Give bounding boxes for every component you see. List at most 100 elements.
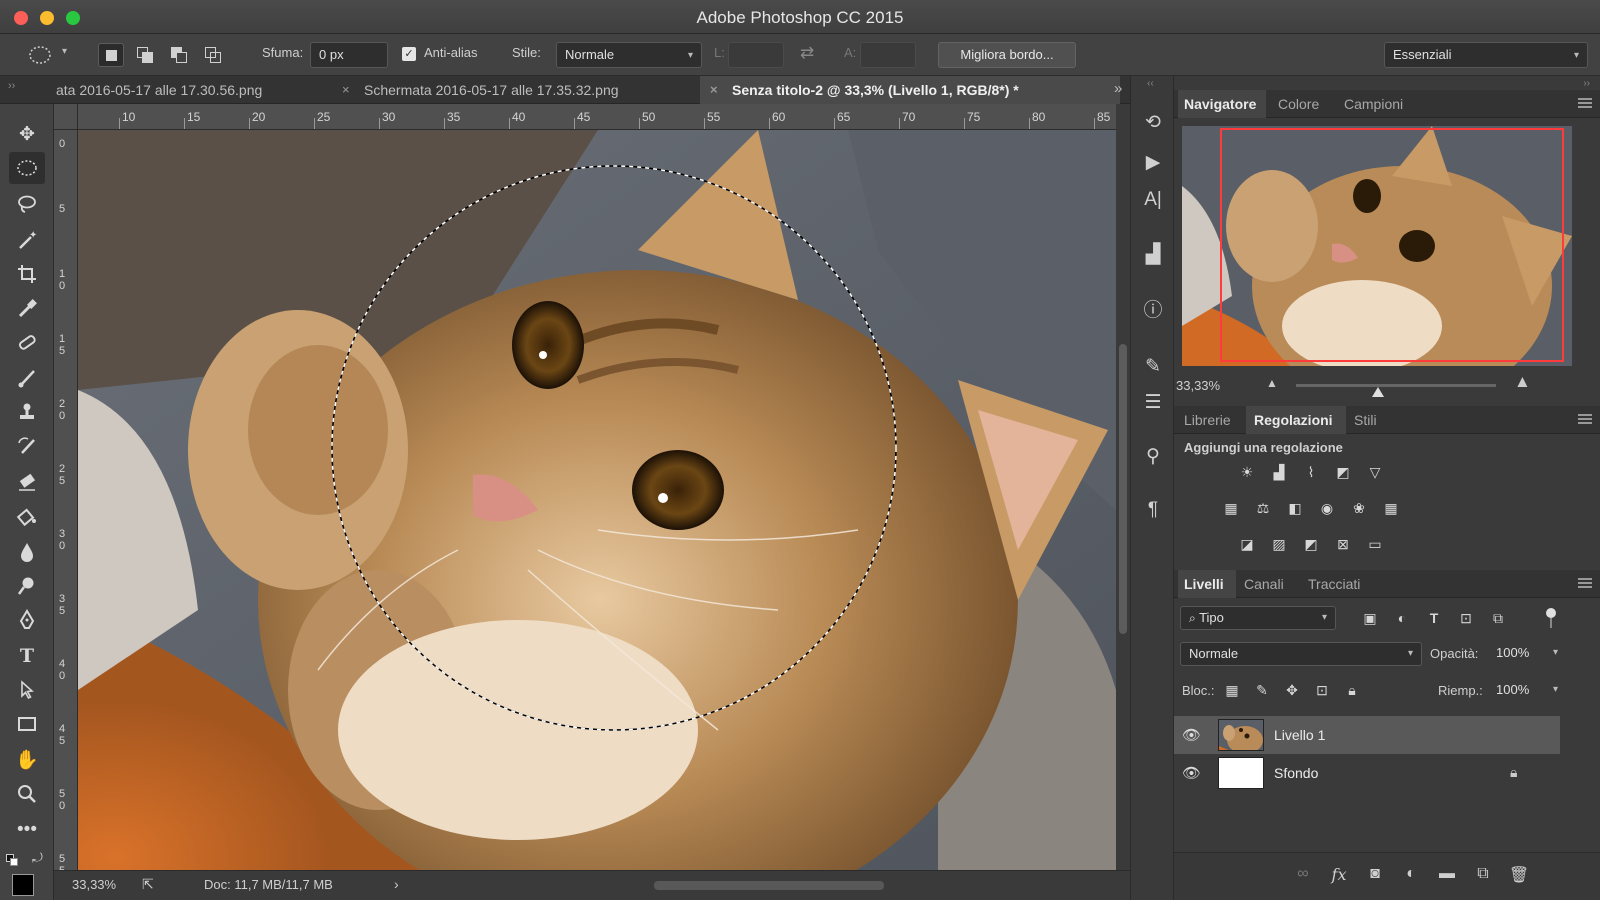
new-layer-icon[interactable]: ⧉ bbox=[1472, 865, 1494, 883]
tab-libraries[interactable]: Librerie bbox=[1184, 412, 1231, 428]
color-balance-icon[interactable]: ⚖ bbox=[1252, 498, 1274, 518]
document-canvas[interactable] bbox=[78, 130, 1116, 870]
delete-layer-icon[interactable]: 🗑︎ bbox=[1508, 865, 1530, 885]
tab-layers[interactable]: Livelli bbox=[1184, 576, 1224, 592]
tab-swatches[interactable]: Campioni bbox=[1344, 96, 1403, 112]
tab-document-3[interactable]: × Senza titolo-2 @ 33,3% (Livello 1, RGB… bbox=[700, 76, 1120, 104]
navigator-view-rectangle[interactable] bbox=[1220, 128, 1564, 362]
filter-adjustment-layers-icon[interactable]: ◐ bbox=[1392, 608, 1412, 628]
elliptical-marquee-tool-icon[interactable] bbox=[9, 152, 45, 184]
zoom-slider-knob[interactable] bbox=[1372, 387, 1384, 397]
zoom-out-icon[interactable]: ▲ bbox=[1266, 376, 1278, 390]
zoom-in-icon[interactable]: ▲ bbox=[1514, 372, 1531, 392]
panel-menu-icon[interactable] bbox=[1578, 414, 1592, 424]
navigator-zoom-value[interactable]: 33,33% bbox=[1176, 378, 1220, 393]
tab-adjustments[interactable]: Regolazioni bbox=[1254, 412, 1333, 428]
subtract-selection-button[interactable] bbox=[166, 43, 192, 67]
collapse-strip-icon[interactable]: ‹‹ bbox=[1147, 78, 1154, 89]
paragraph-panel-icon[interactable]: ¶ bbox=[1139, 496, 1167, 524]
hue-saturation-icon[interactable]: ▦ bbox=[1220, 498, 1242, 518]
panel-collapse-icon[interactable]: ›› bbox=[8, 80, 15, 92]
more-tools-icon[interactable]: ••• bbox=[9, 814, 45, 846]
hand-tool-icon[interactable]: ✋ bbox=[9, 744, 45, 776]
actions-panel-icon[interactable]: ▶ bbox=[1139, 148, 1167, 176]
filter-smart-objects-icon[interactable]: ⧉ bbox=[1488, 608, 1508, 628]
filter-type-layers-icon[interactable]: T bbox=[1424, 608, 1444, 628]
ruler-corner[interactable] bbox=[54, 104, 78, 130]
healing-brush-tool-icon[interactable] bbox=[9, 326, 45, 358]
character-panel-icon[interactable]: A| bbox=[1139, 186, 1167, 214]
layer-name[interactable]: Livello 1 bbox=[1274, 727, 1325, 743]
add-mask-icon[interactable]: ◙ bbox=[1364, 865, 1386, 883]
swap-colors-icon[interactable]: ⤾ bbox=[32, 850, 43, 866]
rectangle-tool-icon[interactable] bbox=[9, 708, 45, 740]
brightness-contrast-icon[interactable]: ☀ bbox=[1236, 462, 1258, 482]
lock-transparent-pixels-icon[interactable]: ▦ bbox=[1222, 680, 1242, 700]
visibility-eye-icon[interactable]: 👁︎ bbox=[1182, 726, 1201, 744]
layer-row-sfondo[interactable]: 👁︎ Sfondo 🔒︎ bbox=[1174, 754, 1560, 792]
filter-pixel-layers-icon[interactable]: ▣ bbox=[1360, 608, 1380, 628]
opacity-input[interactable]: 100% ▾ bbox=[1488, 642, 1558, 666]
type-tool-icon[interactable]: T bbox=[9, 640, 45, 672]
link-layers-icon[interactable]: ∞ bbox=[1292, 865, 1314, 883]
tab-color[interactable]: Colore bbox=[1278, 96, 1319, 112]
tab-navigator[interactable]: Navigatore bbox=[1184, 96, 1256, 112]
status-menu-arrow[interactable]: › bbox=[394, 876, 399, 892]
marquee-preset-icon[interactable] bbox=[28, 45, 52, 65]
scrollbar-thumb[interactable] bbox=[1119, 344, 1127, 634]
lock-all-icon[interactable]: 🔒︎ bbox=[1342, 680, 1362, 700]
panel-menu-icon[interactable] bbox=[1578, 98, 1592, 108]
tab-styles[interactable]: Stili bbox=[1354, 412, 1377, 428]
layer-name[interactable]: Sfondo bbox=[1274, 765, 1318, 781]
add-selection-button[interactable] bbox=[132, 43, 158, 67]
lock-position-icon[interactable]: ✥ bbox=[1282, 680, 1302, 700]
horizontal-scrollbar-thumb[interactable] bbox=[654, 881, 884, 890]
fill-input[interactable]: 100% ▾ bbox=[1488, 679, 1558, 703]
threshold-icon[interactable]: ◩ bbox=[1300, 534, 1322, 554]
photo-filter-icon[interactable]: ◉ bbox=[1316, 498, 1338, 518]
path-selection-tool-icon[interactable] bbox=[9, 674, 45, 706]
export-icon[interactable]: ⇱ bbox=[142, 876, 154, 893]
blur-tool-icon[interactable] bbox=[9, 536, 45, 568]
default-colors-icon[interactable] bbox=[6, 854, 18, 866]
curves-icon[interactable]: ⌇ bbox=[1300, 462, 1322, 482]
horizontal-ruler[interactable]: 10 15 20 25 30 35 40 45 50 55 60 65 70 75 80 85 bbox=[78, 104, 1116, 130]
pen-tool-icon[interactable] bbox=[9, 604, 45, 636]
blend-mode-select[interactable]: Normale ▾ bbox=[1180, 642, 1422, 666]
move-tool-icon[interactable]: ✥ bbox=[9, 118, 45, 150]
color-lookup-icon[interactable]: ▦ bbox=[1380, 498, 1402, 518]
brush-tool-icon[interactable] bbox=[9, 362, 45, 394]
workspace-select[interactable]: Essenziali ▾ bbox=[1384, 42, 1588, 68]
feather-input[interactable]: 0 px bbox=[310, 42, 388, 68]
navigator-preview[interactable] bbox=[1182, 126, 1572, 366]
eraser-tool-icon[interactable] bbox=[9, 466, 45, 498]
brush-presets-panel-icon[interactable]: ✎ bbox=[1139, 352, 1167, 380]
vibrance-icon[interactable]: ▽ bbox=[1364, 462, 1386, 482]
refine-edge-button[interactable]: Migliora bordo... bbox=[938, 42, 1076, 68]
zoom-tool-icon[interactable] bbox=[9, 778, 45, 810]
selective-color-icon[interactable]: ⊠ bbox=[1332, 534, 1354, 554]
navigator-zoom-slider[interactable] bbox=[1296, 384, 1496, 387]
close-tab-icon[interactable]: × bbox=[342, 82, 350, 97]
intersect-selection-button[interactable] bbox=[200, 43, 226, 67]
lock-artboard-icon[interactable]: ⊡ bbox=[1312, 680, 1332, 700]
info-panel-icon[interactable]: ⓘ bbox=[1139, 294, 1167, 322]
gradient-map-icon[interactable]: ▭ bbox=[1364, 534, 1386, 554]
paint-bucket-tool-icon[interactable] bbox=[9, 500, 45, 532]
tab-paths[interactable]: Tracciati bbox=[1308, 576, 1360, 592]
vertical-ruler[interactable]: 0 5 10 15 20 25 30 35 40 45 50 55 bbox=[54, 130, 78, 870]
tab-channels[interactable]: Canali bbox=[1244, 576, 1284, 592]
tabs-overflow-icon[interactable]: » bbox=[1114, 80, 1122, 97]
close-tab-icon[interactable]: × bbox=[710, 82, 718, 97]
style-select[interactable]: Normale ▾ bbox=[556, 42, 702, 68]
filter-toggle-icon[interactable] bbox=[1546, 608, 1556, 630]
dodge-tool-icon[interactable] bbox=[9, 570, 45, 602]
crop-tool-icon[interactable] bbox=[9, 258, 45, 290]
posterize-icon[interactable]: ▨ bbox=[1268, 534, 1290, 554]
histogram-panel-icon[interactable]: ▟ bbox=[1139, 240, 1167, 268]
layer-filter-select[interactable]: ⌕ Tipo ▾ bbox=[1180, 606, 1336, 630]
panel-menu-icon[interactable] bbox=[1578, 578, 1592, 588]
visibility-eye-icon[interactable]: 👁︎ bbox=[1182, 764, 1201, 782]
collapse-panels-icon[interactable]: ›› bbox=[1583, 78, 1590, 89]
history-brush-tool-icon[interactable] bbox=[9, 430, 45, 462]
